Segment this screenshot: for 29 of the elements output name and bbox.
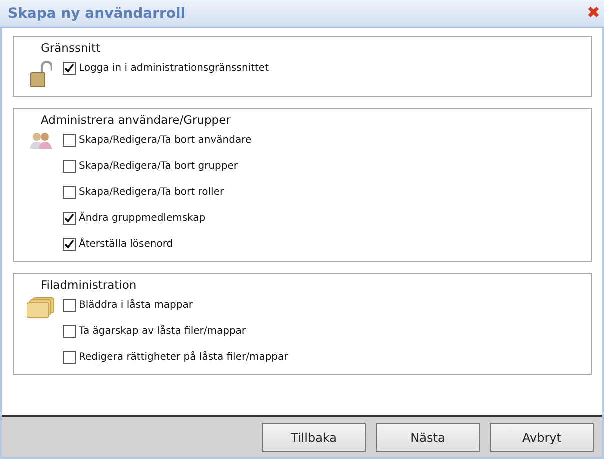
checkbox[interactable] xyxy=(63,351,76,364)
checkbox[interactable] xyxy=(63,186,76,199)
option-label: Logga in i administrationsgränssnittet xyxy=(79,63,269,74)
dialog-button[interactable]: Tillbaka xyxy=(262,423,366,452)
checkbox[interactable] xyxy=(63,134,76,147)
dialog-button[interactable]: Avbryt xyxy=(490,423,594,452)
close-button[interactable]: ✖ xyxy=(587,4,600,22)
option-label: Skapa/Redigera/Ta bort grupper xyxy=(79,161,238,172)
option-label: Bläddra i låsta mappar xyxy=(79,300,193,311)
option-label: Skapa/Redigera/Ta bort roller xyxy=(79,187,224,198)
checkbox[interactable] xyxy=(63,299,76,312)
checkbox[interactable] xyxy=(63,62,76,75)
window-title: Skapa ny användarroll xyxy=(8,6,186,22)
section-title: Gränssnitt xyxy=(41,41,102,55)
checkbox[interactable] xyxy=(63,325,76,338)
option-label: Ta ägarskap av låsta filer/mappar xyxy=(79,326,246,337)
section-title: Filadministration xyxy=(41,278,138,292)
folders-icon xyxy=(26,297,54,319)
option-label: Redigera rättigheter på låsta filer/mappar xyxy=(79,352,288,363)
dialog-button[interactable]: Nästa xyxy=(376,423,480,452)
section-title: Administrera användare/Grupper xyxy=(41,113,232,127)
option-label: Ändra gruppmedlemskap xyxy=(79,213,206,224)
users-icon xyxy=(30,132,52,150)
padlock-icon xyxy=(30,60,52,88)
checkbox[interactable] xyxy=(63,238,76,251)
checkbox[interactable] xyxy=(63,160,76,173)
checkbox[interactable] xyxy=(63,212,76,225)
option-label: Återställa lösenord xyxy=(79,239,174,250)
option-label: Skapa/Redigera/Ta bort användare xyxy=(79,135,252,146)
